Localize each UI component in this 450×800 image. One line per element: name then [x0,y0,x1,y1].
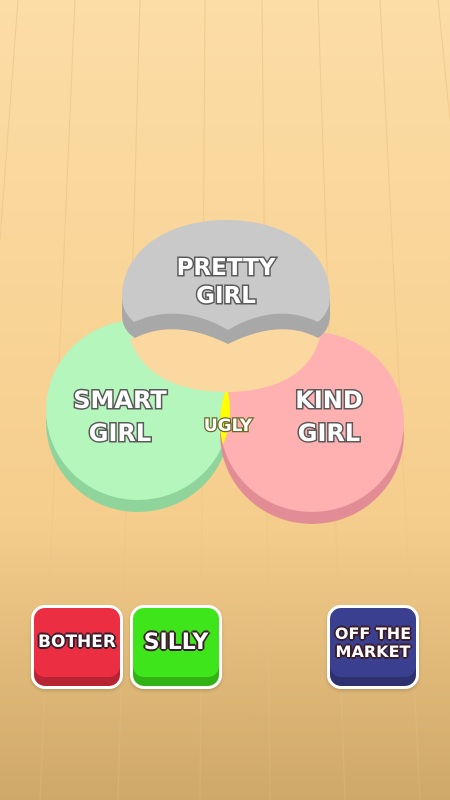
off-the-market-button[interactable]: OFF THE MARKET [327,605,419,689]
silly-button[interactable]: SILLY [130,605,222,689]
silly-button-label: SILLY [143,630,209,656]
bother-button[interactable]: BOTHER [31,605,123,689]
ugly-label: UGLY [204,416,253,436]
off-the-market-button-label: OFF THE MARKET [334,623,412,661]
bother-button-label: BOTHER [38,632,116,653]
